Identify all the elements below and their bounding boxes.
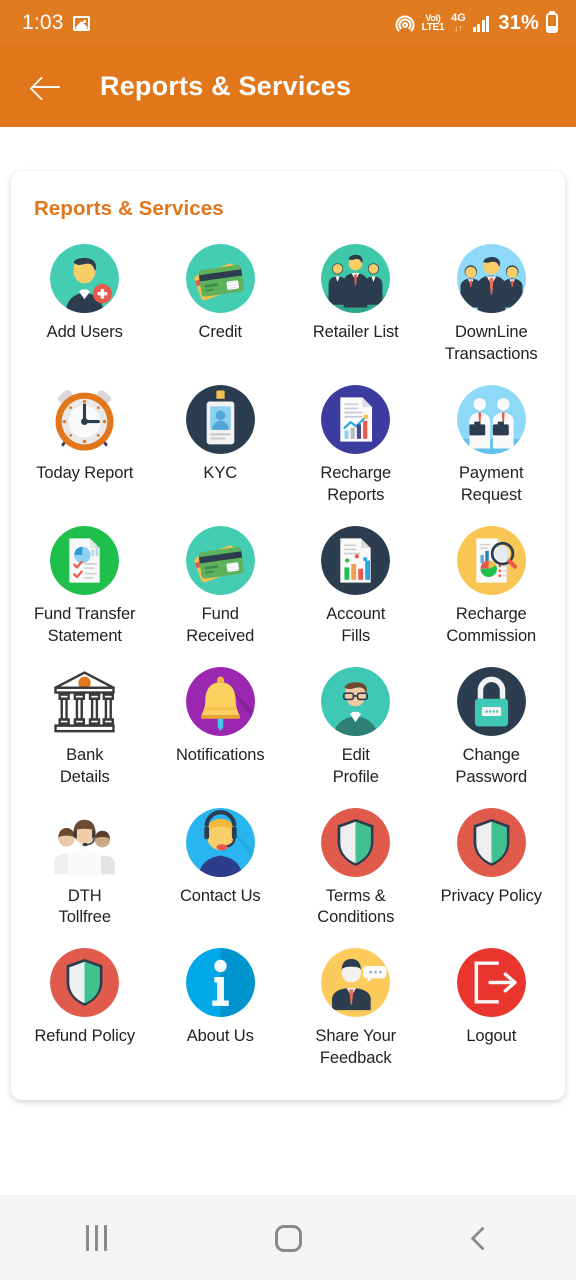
back-icon	[470, 1225, 495, 1251]
service-item-fund-received[interactable]: Fund Received	[153, 519, 289, 656]
edit-profile-icon	[321, 666, 391, 736]
service-item-retailer-list[interactable]: Retailer List	[288, 237, 424, 374]
network-arrows: ↓↑	[454, 23, 464, 33]
reports-services-card: Reports & Services Add Users Credit Reta…	[11, 171, 565, 1101]
battery-icon	[546, 13, 558, 33]
service-item-account-fills[interactable]: Account Fills	[288, 519, 424, 656]
alarm-clock-icon	[50, 385, 119, 454]
service-item-fund-transfer-statement[interactable]: Fund Transfer Statement	[17, 519, 153, 656]
page-body: Reports & Services Add Users Credit Reta…	[0, 127, 576, 1195]
signal-bars-icon	[472, 15, 490, 32]
service-item-today-report[interactable]: Today Report	[17, 378, 153, 515]
service-item-notifications[interactable]: Notifications	[153, 660, 289, 797]
volte-icon: VoI) LTE1	[421, 13, 445, 33]
shield-icon	[321, 807, 391, 877]
service-item-share-your-feedback[interactable]: Share Your Feedback	[288, 941, 424, 1078]
back-arrow-icon[interactable]	[30, 70, 64, 104]
card-title: Reports & Services	[34, 197, 224, 220]
back-button[interactable]	[430, 1213, 530, 1263]
services-grid: Add Users Credit Retailer List DownLine …	[17, 237, 559, 1078]
recents-icon	[85, 1225, 107, 1251]
status-bar-right: VoI) LTE1 4G ↓↑ 31%	[395, 12, 558, 35]
account-fills-icon	[321, 525, 391, 595]
service-item-label: Payment Request	[459, 463, 524, 504]
service-item-logout[interactable]: Logout	[424, 941, 560, 1078]
service-item-recharge-commission[interactable]: Recharge Commission	[424, 519, 560, 656]
shield-icon	[456, 807, 526, 877]
service-item-edit-profile[interactable]: Edit Profile	[288, 660, 424, 797]
service-item-add-users[interactable]: Add Users	[17, 237, 153, 374]
service-item-label: Retailer List	[312, 323, 399, 341]
support-team-icon	[50, 808, 119, 877]
recharge-commission-icon	[456, 525, 526, 595]
service-item-label: Notifications	[175, 745, 265, 764]
service-item-label: Credit	[198, 323, 243, 341]
service-item-label: DownLine Transactions	[444, 323, 538, 363]
credit-cards-icon	[185, 244, 255, 313]
service-item-label: KYC	[203, 463, 238, 482]
home-icon	[274, 1224, 302, 1252]
shield-icon	[50, 948, 120, 1018]
bell-icon	[185, 666, 255, 736]
service-item-payment-request[interactable]: Payment Request	[424, 378, 560, 515]
service-item-label: Bank Details	[59, 745, 110, 786]
service-item-about-us[interactable]: About Us	[153, 941, 289, 1078]
cast-icon	[395, 14, 415, 35]
page-title: Reports & Services	[100, 71, 352, 101]
bank-building-icon	[50, 667, 119, 736]
padlock-icon	[456, 666, 526, 736]
payment-request-icon	[456, 384, 526, 454]
app-bar: Reports & Services	[0, 46, 576, 127]
service-item-terms-conditions[interactable]: Terms & Conditions	[288, 801, 424, 938]
battery-percent: 31%	[498, 11, 539, 34]
status-time: 1:03	[22, 11, 64, 34]
system-nav-bar	[0, 1195, 576, 1280]
service-item-label: DTH Tollfree	[58, 886, 111, 927]
fund-transfer-icon	[50, 525, 120, 595]
service-item-kyc[interactable]: KYC	[153, 378, 289, 515]
service-item-refund-policy[interactable]: Refund Policy	[17, 941, 153, 1078]
retailer-group-icon	[321, 244, 391, 313]
service-item-downline-transactions[interactable]: DownLine Transactions	[424, 237, 560, 374]
service-item-label: Recharge Commission	[446, 604, 537, 645]
service-item-label: Fund Transfer Statement	[34, 604, 136, 645]
headset-agent-icon	[185, 807, 255, 877]
service-item-recharge-reports[interactable]: Recharge Reports	[288, 378, 424, 515]
service-item-label: Refund Policy	[34, 1027, 135, 1046]
service-item-credit[interactable]: Credit	[153, 237, 289, 374]
service-item-bank-details[interactable]: Bank Details	[17, 660, 153, 797]
service-item-contact-us[interactable]: Contact Us	[153, 801, 289, 938]
service-item-label: Recharge Reports	[320, 463, 392, 504]
status-bar: 1:03 VoI) LTE1 4G ↓↑ 31%	[0, 0, 576, 46]
downline-group-icon	[456, 244, 526, 313]
service-item-label: Account Fills	[326, 604, 386, 645]
service-item-label: Change Password	[455, 745, 528, 786]
gallery-icon	[72, 15, 90, 31]
service-item-dth-tollfree[interactable]: DTH Tollfree	[17, 801, 153, 938]
service-item-label: Contact Us	[179, 886, 261, 905]
service-item-label: Terms & Conditions	[317, 886, 395, 927]
volte-line2: LTE1	[421, 21, 445, 33]
service-item-label: Share Your Feedback	[315, 1027, 397, 1068]
service-item-change-password[interactable]: Change Password	[424, 660, 560, 797]
info-icon	[185, 948, 255, 1018]
service-item-label: Edit Profile	[332, 745, 379, 786]
service-item-label: Today Report	[36, 463, 134, 482]
service-item-label: Fund Received	[186, 604, 255, 645]
recharge-report-icon	[321, 384, 391, 454]
service-item-label: Add Users	[46, 323, 123, 341]
service-item-label: About Us	[186, 1027, 254, 1046]
logout-icon	[456, 948, 526, 1018]
id-card-icon	[185, 384, 255, 454]
add-user-icon	[50, 244, 120, 313]
status-bar-left: 1:03	[22, 11, 90, 35]
recents-button[interactable]	[46, 1213, 146, 1263]
fund-received-icon	[185, 525, 255, 595]
service-item-label: Logout	[466, 1027, 517, 1046]
service-item-label: Privacy Policy	[440, 886, 542, 905]
home-button[interactable]	[238, 1213, 338, 1263]
network-type-icon: 4G ↓↑	[451, 13, 466, 33]
feedback-icon	[321, 948, 391, 1018]
service-item-privacy-policy[interactable]: Privacy Policy	[424, 801, 560, 938]
